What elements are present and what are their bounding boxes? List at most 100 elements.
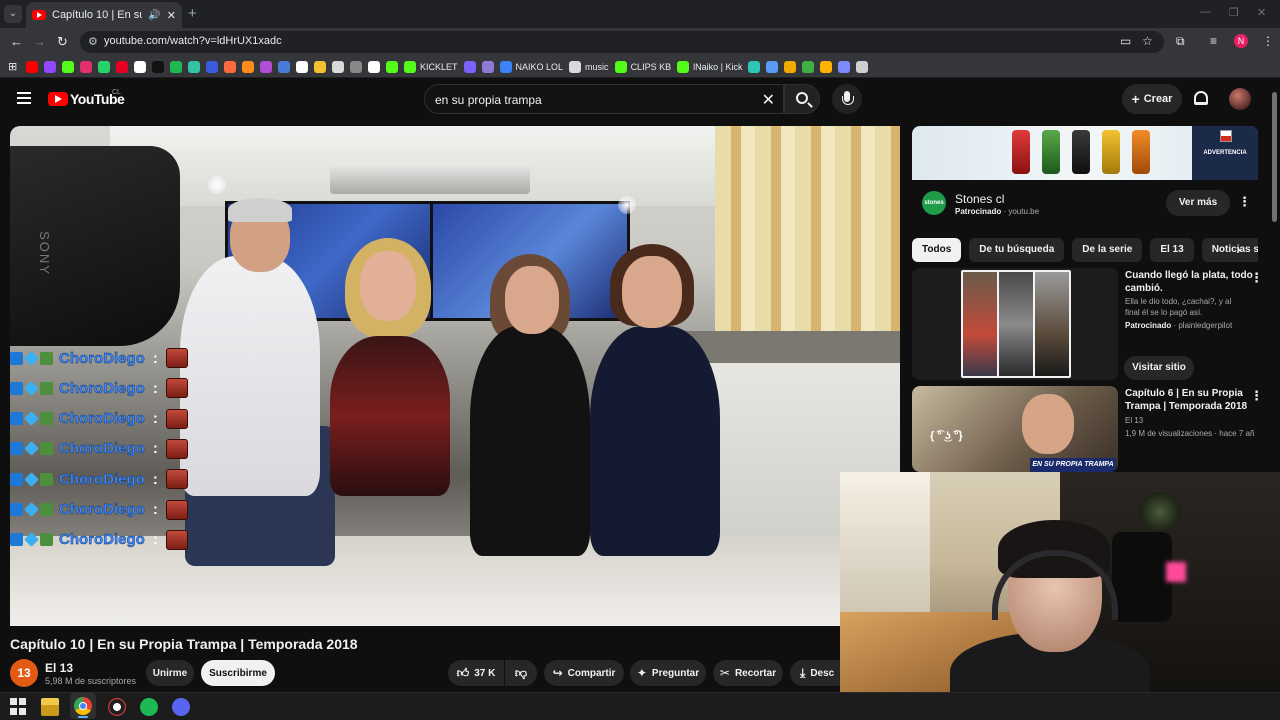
notifications-bell-icon[interactable]: [1194, 91, 1208, 105]
account-avatar[interactable]: [1229, 88, 1251, 110]
chrome-taskbar-icon[interactable]: [74, 697, 92, 715]
reload-icon[interactable]: ↻: [57, 34, 68, 50]
filter-chip[interactable]: Noticias sobre: [1201, 238, 1258, 262]
subscribe-button[interactable]: Suscribirme: [201, 660, 275, 686]
maximize-icon[interactable]: ❐: [1229, 6, 1239, 19]
rec-thumbnail-sponsored[interactable]: [912, 268, 1118, 380]
ad-brand-name[interactable]: Stones cl: [955, 192, 1004, 206]
new-tab-plus-icon[interactable]: +: [188, 5, 197, 22]
apps-grid-icon[interactable]: ⊞: [8, 61, 20, 73]
search-input[interactable]: en su propia trampa ✕: [424, 84, 784, 114]
channel-avatar[interactable]: 13: [10, 659, 38, 687]
bookmark-item[interactable]: [463, 60, 476, 73]
address-bar[interactable]: ⚙ youtube.com/watch?v=ldHrUX1xadc: [80, 31, 1164, 53]
bookmark-item[interactable]: [98, 60, 110, 73]
ad-banner-image[interactable]: ADVERTENCIA: [912, 126, 1258, 180]
bookmark-item[interactable]: [62, 60, 74, 73]
bookmark-item[interactable]: [820, 60, 833, 73]
bookmark-item[interactable]: [802, 60, 815, 73]
rec-more-options-icon[interactable]: ⋮: [1250, 388, 1263, 404]
bookmark-item[interactable]: [278, 60, 290, 73]
video-player[interactable]: SONY ChoroDiego: ChoroDiego: ChoroDiego: Ch…: [10, 126, 900, 626]
bookmark-item[interactable]: [332, 60, 344, 73]
discord-taskbar-icon[interactable]: [172, 698, 190, 716]
close-tab-icon[interactable]: ✕: [167, 9, 176, 22]
dislike-button[interactable]: 👎︎: [505, 660, 537, 686]
tab-search-chevron-icon[interactable]: ⌄: [4, 5, 22, 23]
bookmark-item[interactable]: NAIKO LOL: [499, 60, 563, 73]
search-button[interactable]: [784, 84, 820, 114]
profile-avatar[interactable]: N: [1234, 34, 1248, 48]
clip-button[interactable]: ✂ Recortar: [713, 660, 783, 686]
rec-more-options-icon[interactable]: ⋮: [1250, 270, 1263, 286]
bookmark-item[interactable]: [26, 60, 38, 73]
spotify-taskbar-icon[interactable]: [140, 698, 158, 716]
bookmark-item[interactable]: [134, 60, 146, 73]
forward-arrow-icon[interactable]: →: [33, 34, 46, 49]
site-info-icon[interactable]: ⚙: [88, 35, 98, 48]
channel-name[interactable]: El 13: [45, 661, 73, 675]
bookmark-item[interactable]: [116, 60, 128, 73]
bookmark-item[interactable]: [481, 60, 494, 73]
visit-site-button[interactable]: Visitar sitio: [1124, 356, 1194, 380]
bookmark-item[interactable]: [856, 60, 869, 73]
bookmark-star-icon[interactable]: ☆: [1142, 34, 1153, 48]
bookmark-item[interactable]: [766, 60, 779, 73]
ad-see-more-button[interactable]: Ver más: [1166, 190, 1230, 216]
share-button[interactable]: ↪ Compartir: [544, 660, 624, 686]
rec-title[interactable]: Capítulo 6 | En su Propia Trampa | Tempo…: [1125, 387, 1255, 413]
bookmark-item[interactable]: [170, 60, 182, 73]
bookmark-item[interactable]: [80, 60, 92, 73]
filter-chip[interactable]: El 13: [1150, 238, 1194, 262]
filter-chip[interactable]: Todos: [912, 238, 962, 262]
bookmark-item[interactable]: [152, 60, 164, 73]
bookmark-item[interactable]: CLIPS KB: [614, 60, 671, 73]
youtube-logo-icon[interactable]: [48, 92, 68, 106]
back-arrow-icon[interactable]: ←: [10, 34, 23, 49]
bookmark-item[interactable]: [748, 60, 761, 73]
rec-title[interactable]: Cuando llegó la plata, todo cambió.: [1125, 269, 1255, 295]
clear-search-icon[interactable]: ✕: [762, 90, 775, 110]
bookmark-item[interactable]: lNaiko | Kick: [677, 60, 742, 73]
windows-start-icon[interactable]: [10, 698, 28, 716]
filter-chip[interactable]: De tu búsqueda: [969, 238, 1065, 262]
join-button[interactable]: Unirme: [146, 660, 194, 686]
bookmark-item[interactable]: [188, 60, 200, 73]
chrome-menu-icon[interactable]: ⋮: [1262, 34, 1274, 48]
page-scrollbar[interactable]: [1272, 92, 1277, 222]
bookmark-item[interactable]: [44, 60, 56, 73]
file-explorer-icon[interactable]: [41, 698, 59, 716]
obs-icon[interactable]: [108, 698, 126, 716]
menu-hamburger-icon[interactable]: [17, 92, 31, 104]
close-window-icon[interactable]: ✕: [1257, 6, 1266, 19]
bookmark-item[interactable]: music: [569, 60, 609, 73]
bookmark-item[interactable]: KICKLET: [404, 60, 458, 73]
filter-chip[interactable]: De la serie: [1072, 238, 1143, 262]
create-button[interactable]: + Crear: [1122, 84, 1182, 114]
bookmark-item[interactable]: [206, 60, 218, 73]
bookmark-item[interactable]: [224, 60, 236, 73]
speaker-icon[interactable]: 🔊: [148, 10, 160, 21]
bookmark-item[interactable]: [260, 60, 272, 73]
rec-thumbnail-capitulo-6[interactable]: { ͡° ͜ʖ ͡°} EN SU PROPIA TRAMPA: [912, 386, 1118, 472]
bookmark-item[interactable]: [350, 60, 362, 73]
bookmark-item[interactable]: [838, 60, 851, 73]
voice-search-mic-icon[interactable]: [832, 84, 862, 114]
cast-icon[interactable]: ▭: [1120, 34, 1131, 48]
extensions-puzzle-icon[interactable]: ⧉: [1176, 34, 1185, 49]
bookmark-item[interactable]: [368, 60, 380, 73]
bookmark-item[interactable]: [386, 60, 398, 73]
chips-next-chevron-icon[interactable]: ›: [1236, 241, 1241, 258]
bookmark-item[interactable]: [784, 60, 797, 73]
ad-more-options-icon[interactable]: ⋮: [1238, 194, 1251, 210]
browser-tab-active[interactable]: Capítulo 10 | En su Propia Trampa 🔊 ✕: [26, 2, 182, 28]
media-controls-icon[interactable]: ≡: [1210, 34, 1217, 48]
bookmark-item[interactable]: [242, 60, 254, 73]
rec-channel[interactable]: El 13: [1125, 416, 1143, 425]
bookmark-item[interactable]: [296, 60, 308, 73]
bookmark-item[interactable]: [314, 60, 326, 73]
ad-brand-logo[interactable]: stones: [922, 191, 946, 215]
ask-button[interactable]: ✦ Preguntar: [630, 660, 706, 686]
minimize-icon[interactable]: —: [1200, 6, 1211, 18]
like-button[interactable]: 👍︎ 37 K: [448, 660, 504, 686]
